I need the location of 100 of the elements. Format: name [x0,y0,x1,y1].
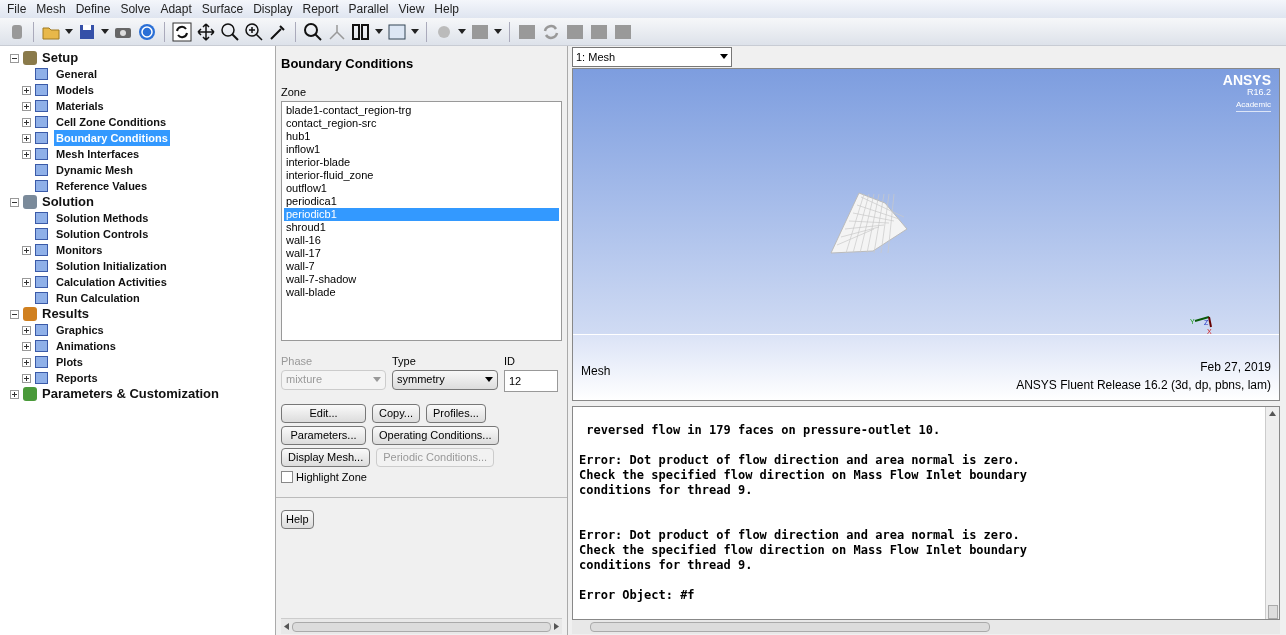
menu-item[interactable]: Report [297,0,344,18]
list-item[interactable]: shroud1 [284,221,559,234]
button[interactable]: Parameters... [281,425,366,445]
tree-item-icon [35,292,48,304]
list-item[interactable]: hub1 [284,130,559,143]
window-select-dropdown[interactable]: 1: Mesh [572,47,732,67]
menu-item[interactable]: Surface [196,0,249,18]
list-item[interactable]: inflow1 [284,143,559,156]
expand-toggle-icon[interactable] [22,341,31,351]
button[interactable]: Display Mesh... [281,447,371,467]
help-button[interactable]: Help [281,510,314,529]
menu-item[interactable]: File [2,0,32,18]
expand-toggle-icon[interactable] [22,245,31,255]
dropdown-caret-icon[interactable] [411,28,419,35]
dropdown-caret-icon [373,376,381,383]
list-item[interactable]: contact_region-src [284,117,559,130]
list-item[interactable]: blade1-contact_region-trg [284,104,559,117]
horizontal-scrollbar-thumb[interactable] [590,622,990,632]
list-item[interactable]: periodica1 [284,195,559,208]
tree-item[interactable]: Materials [54,97,106,115]
dropdown-caret-icon[interactable] [65,28,73,35]
button[interactable]: Edit... [281,403,366,423]
scroll-right-arrow-icon[interactable] [554,623,559,630]
horizontal-scrollbar-thumb[interactable] [292,621,551,632]
tree-item[interactable]: Plots [54,353,85,371]
rotate-icon[interactable] [172,21,192,42]
collapse-toggle-icon[interactable] [10,53,19,63]
menu-item[interactable]: Mesh [31,0,71,18]
expand-toggle-icon[interactable] [22,277,31,287]
menu-item[interactable]: View [393,0,430,18]
menu-item[interactable]: Display [248,0,298,18]
scroll-left-arrow-icon[interactable] [284,623,289,630]
tree-item[interactable]: Reference Values [54,177,150,195]
move-icon[interactable] [196,21,216,42]
tree-group-label[interactable]: Results [42,304,89,324]
list-item[interactable]: outflow1 [284,182,559,195]
tree-item[interactable]: Cell Zone Conditions [54,113,168,131]
tree-item[interactable]: Graphics [54,321,106,339]
tree-item[interactable]: Solution Controls [54,225,151,243]
tree-item[interactable]: Solution Methods [54,209,151,227]
id-field[interactable]: 12 [504,369,558,392]
list-item[interactable]: wall-16 [284,234,559,247]
menu-item[interactable]: Help [429,0,465,18]
tree-item[interactable]: General [54,65,99,83]
tree-item[interactable]: Reports [54,369,100,387]
dropdown-caret-icon[interactable] [458,28,466,35]
zoom-icon[interactable] [220,21,240,42]
menu-item[interactable]: Parallel [343,0,394,18]
button[interactable]: Copy... [372,403,421,423]
list-item[interactable]: wall-7-shadow [284,273,559,286]
help-icon[interactable] [137,21,157,42]
list-item[interactable]: wall-17 [284,247,559,260]
expand-toggle-icon[interactable] [22,325,31,335]
tree-item-icon [35,340,48,352]
field-label: Zone [281,84,308,100]
expand-toggle-icon[interactable] [22,133,31,143]
collapse-toggle-icon[interactable] [10,309,19,319]
tree-item[interactable]: Models [54,81,96,99]
tree-item[interactable]: Run Calculation [54,289,142,307]
checkbox-label[interactable]: Highlight Zone [296,468,367,485]
zoom-fit-icon[interactable] [303,21,323,42]
dropdown-caret-icon[interactable] [375,28,383,35]
dropdown[interactable]: symmetry [392,369,498,390]
tree-item[interactable]: Calculation Activities [54,273,169,291]
checkbox[interactable] [281,470,293,483]
tree-group-label[interactable]: Parameters & Customization [42,384,219,404]
collapse-toggle-icon[interactable] [10,197,19,207]
expand-toggle-icon[interactable] [22,101,31,111]
button[interactable]: Profiles... [426,403,486,423]
tree-item-icon [35,276,48,288]
zone-list[interactable]: blade1-contact_region-trg contact_region-src hub1 inflow1 interior-blade interior-fluid_zone outflow1 periodica1 periodicb1 shroud1 wall-16 wall-17 wall-7 wall-7-shadow wall-blade [281,101,562,341]
tree-group-label[interactable]: Solution [42,192,94,212]
tree-item[interactable]: Solution Initialization [54,257,169,275]
menu-item[interactable]: Define [70,0,116,18]
scrollbar-thumb[interactable] [1267,605,1278,619]
list-item[interactable]: interior-fluid_zone [284,169,559,182]
expand-toggle-icon[interactable] [22,117,31,127]
expand-toggle-icon[interactable] [10,389,19,399]
list-item[interactable]: wall-7 [284,260,559,273]
scroll-up-arrow-icon[interactable] [1269,411,1276,416]
expand-toggle-icon[interactable] [22,373,31,383]
tree-group-label[interactable]: Setup [42,48,79,68]
menu-item[interactable]: Adapt [155,0,197,18]
button[interactable]: Operating Conditions... [372,425,499,445]
vertical-scrollbar[interactable] [1265,407,1279,619]
layout-icon[interactable] [351,21,371,42]
menu-item[interactable]: Solve [115,0,156,18]
tree-item[interactable]: Animations [54,337,118,355]
list-item[interactable]: wall-blade [284,286,559,299]
expand-toggle-icon[interactable] [22,85,31,95]
list-item[interactable]: interior-blade [284,156,559,169]
tree-item[interactable]: Monitors [54,241,105,259]
expand-toggle-icon[interactable] [22,149,31,159]
tree-item[interactable]: Dynamic Mesh [54,161,136,179]
dropdown-caret-icon[interactable] [101,28,109,35]
dropdown-caret-icon[interactable] [494,28,502,35]
expand-toggle-icon[interactable] [22,357,31,367]
zoom-in-icon[interactable] [244,21,264,42]
tree-item[interactable]: Mesh Interfaces [54,145,142,163]
tree-item-icon [35,260,48,272]
